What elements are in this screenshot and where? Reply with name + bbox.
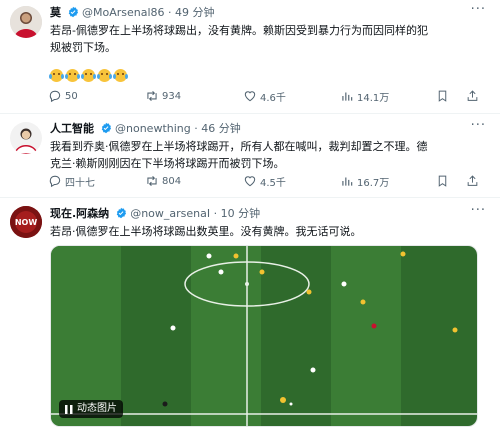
more-options-icon[interactable]: ··· — [471, 203, 486, 218]
reply-button[interactable]: 50 — [48, 87, 78, 105]
display-name[interactable]: 现在.阿森纳 — [50, 207, 109, 220]
bookmark-icon — [438, 90, 447, 102]
share-button[interactable] — [466, 172, 479, 190]
timestamp[interactable]: · 46 分钟 — [194, 122, 241, 135]
timestamp[interactable]: · 49 分钟 — [168, 6, 215, 19]
bookmark-icon — [438, 175, 447, 187]
avatar[interactable]: NOW — [10, 206, 42, 238]
tweet-header: 人工智能 @nonewthing · 46 分钟 — [50, 121, 241, 137]
joy-emoji-icon — [81, 69, 96, 82]
gif-label: 动态图片 — [77, 403, 117, 414]
reply-icon — [49, 175, 61, 188]
tweet-text: 我看到乔奥·佩德罗在上半场将球踢开，所有人都在喊叫，裁判却置之不理。德 克兰·赖… — [50, 138, 482, 172]
football-pitch-image — [51, 246, 477, 426]
views-chart-icon — [342, 177, 353, 186]
retweet-count: 934 — [162, 90, 182, 102]
share-icon — [467, 90, 478, 101]
views-chart-icon — [342, 92, 353, 101]
timestamp[interactable]: · 10 分钟 — [214, 207, 261, 220]
handle[interactable]: @MoArsenal86 — [82, 6, 165, 19]
view-count: 14.1万 — [357, 92, 390, 104]
tweet-text-line: 我看到乔奥·佩德罗在上半场将球踢开，所有人都在喊叫，裁判却置之不理。德 — [50, 140, 428, 153]
like-count: 4.5千 — [260, 177, 286, 189]
reply-button[interactable]: 四十七 — [48, 172, 95, 190]
reply-count: 四十七 — [65, 177, 95, 189]
like-button[interactable]: 4.5千 — [243, 172, 286, 190]
joy-emoji-icon — [65, 69, 80, 82]
retweet-count: 804 — [162, 175, 182, 187]
bookmark-button[interactable] — [436, 172, 449, 190]
share-icon — [467, 175, 478, 186]
tweet-text-line: 规被罚下场。 — [50, 41, 116, 54]
view-count: 16.7万 — [357, 177, 390, 189]
retweet-button[interactable]: 934 — [145, 87, 181, 105]
retweet-button[interactable]: 804 — [145, 172, 181, 190]
more-options-icon[interactable]: ··· — [471, 118, 486, 133]
like-count: 4.6千 — [260, 92, 286, 104]
tweet-header: 现在.阿森纳 @now_arsenaI · 10 分钟 — [50, 206, 260, 222]
emoji-row — [49, 65, 130, 82]
verified-icon — [115, 207, 127, 224]
verified-icon — [100, 122, 112, 139]
pause-icon — [65, 404, 73, 414]
reply-count: 50 — [65, 90, 78, 102]
tweet-header: 莫 @MoArsenal86 · 49 分钟 — [50, 5, 215, 21]
retweet-icon — [147, 90, 157, 102]
tweet-text: 若昂-佩德罗在上半场将球踢出，没有黄牌。赖斯因受到暴力行为而因同样的犯 规被罚下… — [50, 22, 482, 56]
share-button[interactable] — [466, 87, 479, 105]
tweet-1[interactable]: 莫 @MoArsenal86 · 49 分钟 ··· 若昂-佩德罗在上半场将球踢… — [0, 0, 500, 113]
reply-icon — [49, 90, 61, 103]
display-name[interactable]: 人工智能 — [50, 122, 94, 135]
tweet-text-line: 若昂-佩德罗在上半场将球踢出，没有黄牌。赖斯因受到暴力行为而因同样的犯 — [50, 24, 428, 37]
views-button[interactable]: 14.1万 — [340, 87, 389, 105]
tweet-2[interactable]: 人工智能 @nonewthing · 46 分钟 ··· 我看到乔奥·佩德罗在上… — [0, 114, 500, 197]
joy-emoji-icon — [113, 69, 128, 82]
avatar-logo-text: NOW — [15, 218, 37, 227]
tweet-text: 若昂·佩德罗在上半场将球踢出数英里。没有黄牌。我无话可说。 — [50, 223, 482, 240]
bookmark-button[interactable] — [436, 87, 449, 105]
like-button[interactable]: 4.6千 — [243, 87, 286, 105]
retweet-icon — [147, 175, 157, 187]
views-button[interactable]: 16.7万 — [340, 172, 389, 190]
gif-badge[interactable]: 动态图片 — [59, 400, 123, 418]
handle[interactable]: @now_arsenaI — [130, 207, 210, 220]
tweet-text-line: 克兰·赖斯刚刚因在下半场将球踢开而被罚下场。 — [50, 157, 285, 170]
action-bar: 四十七 804 4.5千 16.7万 — [48, 172, 484, 190]
avatar[interactable] — [10, 6, 42, 38]
tweet-text-line: 若昂·佩德罗在上半场将球踢出数英里。没有黄牌。我无话可说。 — [50, 225, 362, 238]
handle[interactable]: @nonewthing — [115, 122, 191, 135]
avatar[interactable] — [10, 122, 42, 154]
heart-icon — [244, 91, 256, 102]
action-bar: 50 934 4.6千 14.1万 — [48, 87, 484, 105]
heart-icon — [244, 176, 256, 187]
gif-media[interactable]: 动态图片 — [50, 245, 478, 427]
joy-emoji-icon — [97, 69, 112, 82]
display-name[interactable]: 莫 — [50, 6, 61, 19]
verified-icon — [67, 6, 79, 23]
joy-emoji-icon — [49, 69, 64, 82]
more-options-icon[interactable]: ··· — [471, 2, 486, 17]
